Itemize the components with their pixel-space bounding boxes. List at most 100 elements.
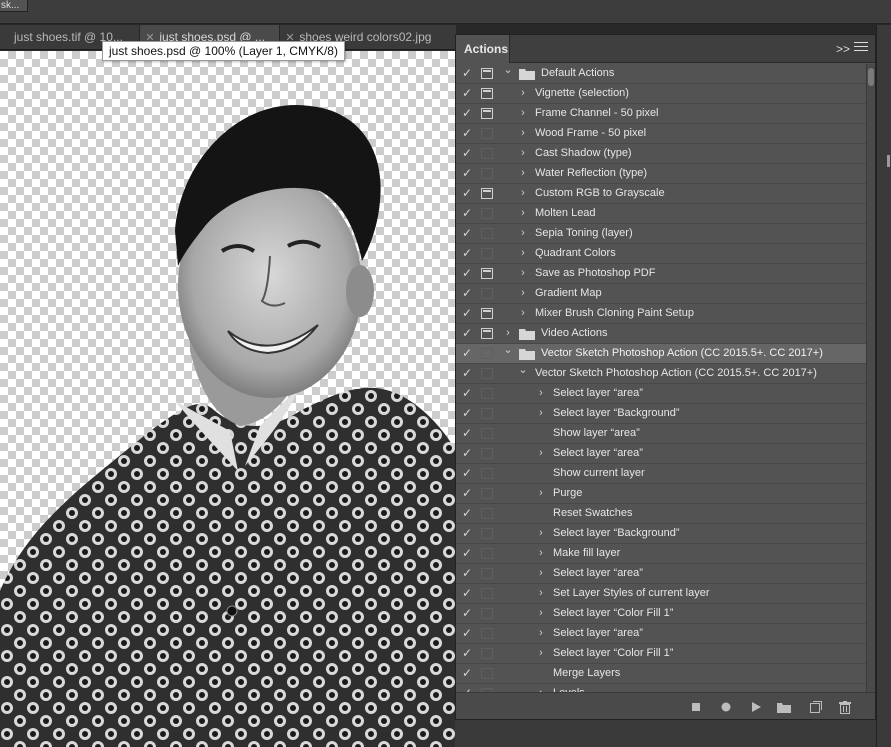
chevron-right-icon[interactable]: › <box>517 184 529 203</box>
dialog-toggle-icon[interactable] <box>481 628 493 639</box>
toggle-check-icon[interactable]: ✓ <box>460 184 474 203</box>
action-row[interactable]: ✓ › Purge <box>456 484 866 504</box>
action-row[interactable]: ✓ › Select layer “area” <box>456 384 866 404</box>
toggle-check-icon[interactable]: ✓ <box>460 64 474 83</box>
action-row[interactable]: ✓ › Select layer “Color Fill 1” <box>456 604 866 624</box>
scrollbar[interactable] <box>866 64 875 692</box>
toggle-check-icon[interactable]: ✓ <box>460 624 474 643</box>
toggle-check-icon[interactable]: ✓ <box>460 644 474 663</box>
chevron-right-icon[interactable]: › <box>535 484 547 503</box>
dialog-toggle-icon[interactable] <box>481 428 493 439</box>
chevron-right-icon[interactable]: › <box>517 244 529 263</box>
dialog-toggle-icon[interactable] <box>481 488 493 499</box>
chevron-right-icon[interactable]: › <box>517 164 529 183</box>
toggle-check-icon[interactable]: ✓ <box>460 484 474 503</box>
action-row[interactable]: ✓ › Vignette (selection) <box>456 84 866 104</box>
toggle-check-icon[interactable]: ✓ <box>460 124 474 143</box>
action-row[interactable]: ✓ › Quadrant Colors <box>456 244 866 264</box>
toggle-check-icon[interactable]: ✓ <box>460 604 474 623</box>
chevron-right-icon[interactable]: › <box>517 144 529 163</box>
dialog-toggle-icon[interactable] <box>481 208 493 219</box>
action-row[interactable]: ✓ › Select layer “area” <box>456 564 866 584</box>
action-row[interactable]: ✓ › Select layer “Color Fill 1” <box>456 644 866 664</box>
chevron-right-icon[interactable]: › <box>517 284 529 303</box>
action-row[interactable]: ✓ › Save as Photoshop PDF <box>456 264 866 284</box>
toggle-check-icon[interactable]: ✓ <box>460 204 474 223</box>
chevron-right-icon[interactable]: › <box>535 644 547 663</box>
action-row[interactable]: ✓ › Water Reflection (type) <box>456 164 866 184</box>
action-row[interactable]: ✓ › Molten Lead <box>456 204 866 224</box>
dialog-toggle-icon[interactable] <box>481 448 493 459</box>
dialog-toggle-icon[interactable] <box>481 528 493 539</box>
toggle-check-icon[interactable]: ✓ <box>460 404 474 423</box>
dock-handle[interactable] <box>887 155 890 167</box>
chevron-right-icon[interactable]: › <box>517 104 529 123</box>
action-row[interactable]: ✓ › Set Layer Styles of current layer <box>456 584 866 604</box>
chevron-right-icon[interactable]: › <box>535 624 547 643</box>
dialog-toggle-icon[interactable] <box>481 648 493 659</box>
chevron-right-icon[interactable]: › <box>517 264 529 283</box>
chevron-down-icon[interactable]: ⌄ <box>502 344 514 363</box>
dialog-toggle-icon[interactable] <box>481 548 493 559</box>
dialog-toggle-icon[interactable] <box>481 88 493 99</box>
chevron-right-icon[interactable]: › <box>535 404 547 423</box>
chevron-right-icon[interactable]: › <box>517 224 529 243</box>
action-row[interactable]: ✓ › Select layer “Background” <box>456 524 866 544</box>
action-row[interactable]: ✓ › Custom RGB to Grayscale <box>456 184 866 204</box>
dialog-toggle-icon[interactable] <box>481 248 493 259</box>
dialog-toggle-icon[interactable] <box>481 148 493 159</box>
toggle-check-icon[interactable]: ✓ <box>460 664 474 683</box>
dialog-toggle-icon[interactable] <box>481 608 493 619</box>
chevron-right-icon[interactable]: › <box>502 324 514 343</box>
dialog-toggle-icon[interactable] <box>481 328 493 339</box>
chevron-right-icon[interactable]: › <box>517 304 529 323</box>
action-row[interactable]: ✓ Reset Swatches <box>456 504 866 524</box>
toggle-check-icon[interactable]: ✓ <box>460 424 474 443</box>
dialog-toggle-icon[interactable] <box>481 668 493 679</box>
trash-icon[interactable] <box>837 699 853 715</box>
stop-icon[interactable] <box>688 699 704 715</box>
new-action-icon[interactable] <box>808 699 824 715</box>
collapse-panel-icon[interactable]: >> <box>836 41 850 57</box>
dialog-toggle-icon[interactable] <box>481 568 493 579</box>
chevron-down-icon[interactable]: ⌄ <box>517 364 529 383</box>
dialog-toggle-icon[interactable] <box>481 468 493 479</box>
dialog-toggle-icon[interactable] <box>481 188 493 199</box>
record-icon[interactable] <box>718 699 734 715</box>
action-row[interactable]: ✓ › Make fill layer <box>456 544 866 564</box>
toggle-check-icon[interactable]: ✓ <box>460 324 474 343</box>
chevron-right-icon[interactable]: › <box>517 204 529 223</box>
action-row[interactable]: ✓ › Select layer “Background” <box>456 404 866 424</box>
chevron-right-icon[interactable]: › <box>535 444 547 463</box>
chevron-right-icon[interactable]: › <box>535 684 547 692</box>
scrollbar-thumb[interactable] <box>868 68 874 86</box>
chevron-right-icon[interactable]: › <box>535 604 547 623</box>
action-row[interactable]: ✓ Merge Layers <box>456 664 866 684</box>
tab-actions[interactable]: Actions <box>456 35 510 63</box>
dialog-toggle-icon[interactable] <box>481 68 493 79</box>
chevron-right-icon[interactable]: › <box>517 84 529 103</box>
action-row[interactable]: ✓ ⌄ Vector Sketch Photoshop Action (CC 201… <box>456 344 866 364</box>
toggle-check-icon[interactable]: ✓ <box>460 244 474 263</box>
dialog-toggle-icon[interactable] <box>481 348 493 359</box>
action-row[interactable]: ✓ › Levels <box>456 684 866 692</box>
toggle-check-icon[interactable]: ✓ <box>460 384 474 403</box>
dialog-toggle-icon[interactable] <box>481 308 493 319</box>
toggle-check-icon[interactable]: ✓ <box>460 684 474 692</box>
action-row[interactable]: ✓ › Wood Frame - 50 pixel <box>456 124 866 144</box>
toggle-check-icon[interactable]: ✓ <box>460 504 474 523</box>
action-row[interactable]: ✓ › Frame Channel - 50 pixel <box>456 104 866 124</box>
dialog-toggle-icon[interactable] <box>481 368 493 379</box>
toggle-check-icon[interactable]: ✓ <box>460 164 474 183</box>
toggle-check-icon[interactable]: ✓ <box>460 364 474 383</box>
action-row[interactable]: ✓ › Video Actions <box>456 324 866 344</box>
toggle-check-icon[interactable]: ✓ <box>460 544 474 563</box>
dialog-toggle-icon[interactable] <box>481 228 493 239</box>
action-row[interactable]: ✓ › Cast Shadow (type) <box>456 144 866 164</box>
toggle-check-icon[interactable]: ✓ <box>460 524 474 543</box>
action-row[interactable]: ✓ › Mixer Brush Cloning Paint Setup <box>456 304 866 324</box>
toggle-check-icon[interactable]: ✓ <box>460 444 474 463</box>
toggle-check-icon[interactable]: ✓ <box>460 144 474 163</box>
action-row[interactable]: ✓ › Sepia Toning (layer) <box>456 224 866 244</box>
action-row[interactable]: ✓ Show current layer <box>456 464 866 484</box>
